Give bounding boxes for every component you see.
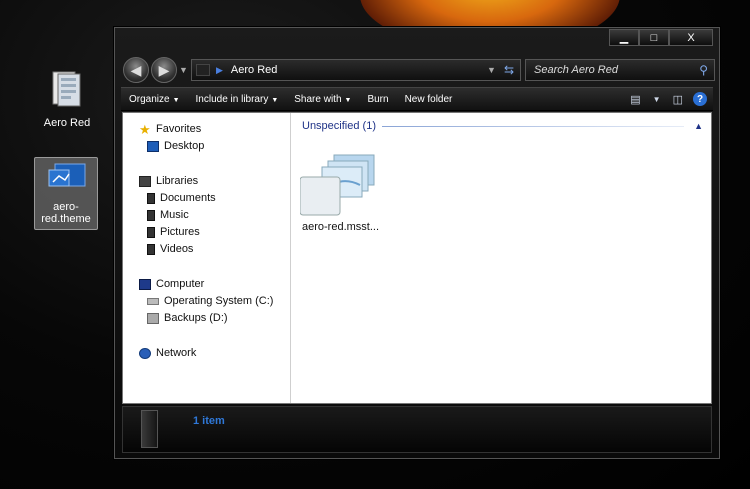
nav-libraries[interactable]: Libraries xyxy=(139,173,198,189)
arrow-left-icon: ◀ xyxy=(130,61,142,78)
search-input[interactable]: Search Aero Red ⚲ xyxy=(525,59,715,81)
explorer-window: ▁ □ X ◀ ▶ ▼ ▶ Aero Red ▼ ⇆ Search Aero R… xyxy=(114,27,720,459)
organize-label: Organize xyxy=(129,93,170,105)
nav-backups-drive[interactable]: Backups (D:) xyxy=(147,310,228,326)
address-path[interactable]: Aero Red xyxy=(231,64,487,76)
desktop-icon-aero-red-folder[interactable]: Aero Red xyxy=(35,70,99,129)
nav-favorites-label: Favorites xyxy=(156,123,202,135)
folder-icon xyxy=(196,64,210,76)
organize-button[interactable]: Organize ▼ xyxy=(121,94,188,105)
include-in-library-label: Include in library xyxy=(195,93,269,105)
nav-pictures[interactable]: Pictures xyxy=(147,224,200,240)
desktop-icon xyxy=(147,140,159,152)
search-icon[interactable]: ⚲ xyxy=(699,63,708,77)
nav-computer[interactable]: Computer xyxy=(139,276,204,292)
nav-os-drive[interactable]: Operating System (C:) xyxy=(147,293,273,309)
include-in-library-button[interactable]: Include in library ▼ xyxy=(188,94,287,105)
new-folder-button[interactable]: New folder xyxy=(397,94,461,105)
view-dropdown-icon[interactable]: ▼ xyxy=(653,95,661,104)
maximize-button[interactable]: □ xyxy=(639,29,669,46)
backup-drive-icon xyxy=(147,312,159,324)
group-header-label: Unspecified (1) xyxy=(302,120,376,132)
nav-libraries-label: Libraries xyxy=(156,175,199,187)
music-icon xyxy=(147,209,155,221)
nav-documents[interactable]: Documents xyxy=(147,190,216,206)
libraries-icon xyxy=(139,175,151,187)
nav-backups-drive-label: Backups (D:) xyxy=(164,312,228,324)
computer-icon xyxy=(139,278,151,290)
share-with-label: Share with xyxy=(294,93,342,105)
file-item[interactable]: aero-red.msst... xyxy=(300,153,386,233)
burn-button[interactable]: Burn xyxy=(359,94,396,105)
breadcrumb-separator-icon[interactable]: ▶ xyxy=(216,65,223,76)
toolbar-right: ▤ ▼ ◫ ? xyxy=(624,92,713,106)
chevron-down-icon: ▼ xyxy=(344,96,352,104)
documents-icon xyxy=(147,192,155,204)
desktop-icon-label: aero-red.theme xyxy=(41,201,91,225)
help-icon[interactable]: ? xyxy=(693,92,707,106)
nav-music-label: Music xyxy=(160,209,189,221)
star-icon: ★ xyxy=(139,121,151,137)
file-name: aero-red.msst... xyxy=(302,221,380,233)
arrow-right-icon: ▶ xyxy=(158,61,170,78)
view-options-icon[interactable]: ▤ xyxy=(630,93,640,106)
hard-drive-icon xyxy=(147,297,159,305)
address-dropdown-icon[interactable]: ▼ xyxy=(487,65,496,75)
nav-videos-label: Videos xyxy=(160,243,194,255)
share-with-button[interactable]: Share with ▼ xyxy=(286,94,359,105)
desktop-icon-aero-red-theme[interactable]: aero-red.theme xyxy=(34,157,98,230)
network-icon xyxy=(139,347,151,359)
nav-computer-label: Computer xyxy=(156,278,205,290)
pictures-icon xyxy=(147,226,155,238)
theme-file-icon xyxy=(36,162,96,195)
address-bar[interactable]: ▶ Aero Red ▼ ⇆ xyxy=(191,59,521,81)
theme-pack-file-icon xyxy=(300,154,375,216)
navigation-pane: ★ Favorites Desktop Libraries Documents … xyxy=(123,113,291,403)
chevron-up-icon[interactable]: ▲ xyxy=(694,121,703,131)
folder-thumbnail xyxy=(141,410,158,448)
nav-os-drive-label: Operating System (C:) xyxy=(164,295,274,307)
recent-pages-dropdown[interactable]: ▼ xyxy=(179,65,188,75)
minimize-button[interactable]: ▁ xyxy=(609,29,639,46)
item-count: 1 item xyxy=(193,415,225,427)
chevron-down-icon: ▼ xyxy=(172,96,180,104)
navigation-row: ◀ ▶ ▼ ▶ Aero Red ▼ ⇆ Search Aero Red ⚲ xyxy=(121,56,715,86)
file-list: Unspecified (1) ▲ aero-red.msst... xyxy=(292,113,711,403)
nav-desktop[interactable]: Desktop xyxy=(147,138,204,154)
desktop-icon-label: Aero Red xyxy=(43,117,91,129)
nav-favorites[interactable]: ★ Favorites xyxy=(139,121,201,137)
nav-music[interactable]: Music xyxy=(147,207,189,223)
command-bar: Organize ▼ Include in library ▼ Share with… xyxy=(121,87,713,111)
group-header[interactable]: Unspecified (1) ▲ xyxy=(302,119,703,133)
forward-button[interactable]: ▶ xyxy=(151,57,177,83)
chevron-down-icon: ▼ xyxy=(271,96,279,104)
details-pane: 1 item xyxy=(122,406,712,453)
caption-buttons: ▁ □ X xyxy=(609,29,713,46)
search-placeholder: Search Aero Red xyxy=(534,64,618,76)
nav-network[interactable]: Network xyxy=(139,345,196,361)
nav-videos[interactable]: Videos xyxy=(147,241,193,257)
content-area: ★ Favorites Desktop Libraries Documents … xyxy=(122,112,712,404)
document-folder-icon xyxy=(35,70,99,111)
preview-pane-icon[interactable]: ◫ xyxy=(673,93,683,106)
back-button[interactable]: ◀ xyxy=(123,57,149,83)
nav-network-label: Network xyxy=(156,347,197,359)
nav-pictures-label: Pictures xyxy=(160,226,200,238)
close-button[interactable]: X xyxy=(669,29,713,46)
refresh-icon[interactable]: ⇆ xyxy=(504,63,514,77)
nav-documents-label: Documents xyxy=(160,192,216,204)
group-divider xyxy=(381,125,685,127)
nav-desktop-label: Desktop xyxy=(164,140,205,152)
videos-icon xyxy=(147,243,155,255)
